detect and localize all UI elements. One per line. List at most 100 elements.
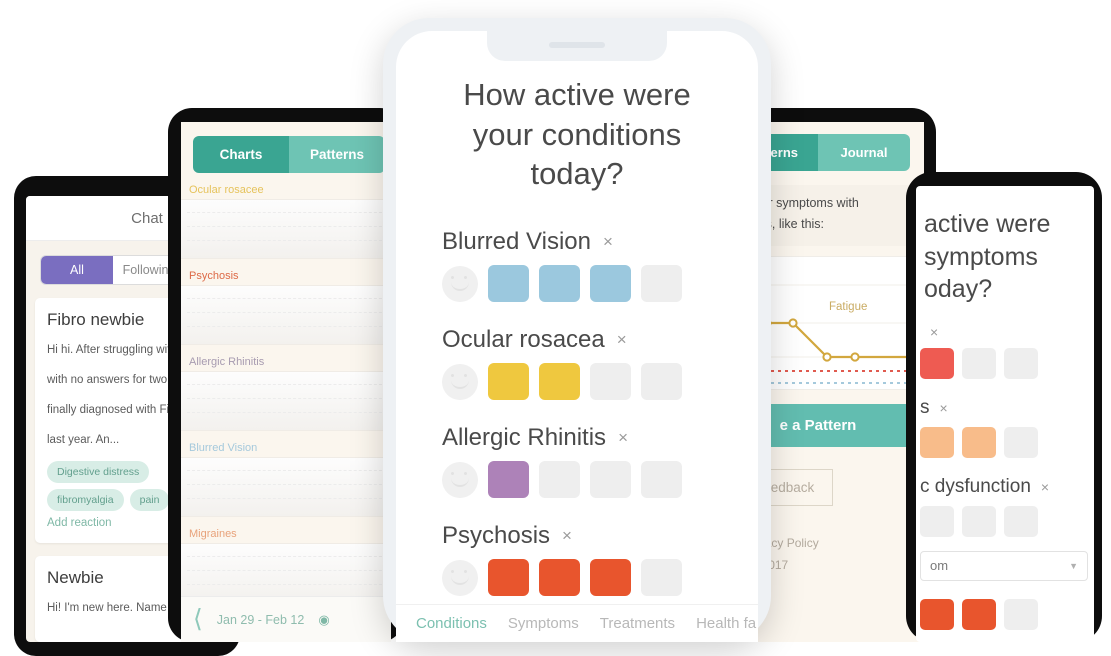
severity-swatch-filled[interactable]: [539, 559, 580, 597]
chart-plot[interactable]: [181, 285, 391, 345]
chart-label: Psychosis: [189, 270, 239, 282]
severity-swatches[interactable]: [920, 505, 1094, 537]
center-phone-screen: How active were your conditions today? B…: [396, 31, 758, 642]
tab-conditions[interactable]: Conditions: [416, 615, 487, 632]
severity-swatch-empty[interactable]: [1004, 347, 1038, 379]
smiley-icon[interactable]: [442, 363, 478, 400]
chat-filter-all[interactable]: All: [41, 256, 113, 284]
severity-swatch-filled[interactable]: [590, 559, 631, 597]
severity-swatch-empty[interactable]: [1004, 598, 1038, 630]
center-phone-frame: How active were your conditions today? B…: [383, 18, 771, 642]
condition-name: Blurred Vision ×: [442, 228, 613, 256]
chart-group[interactable]: Blurred Vision: [181, 439, 391, 517]
severity-swatch-empty[interactable]: [1004, 505, 1038, 537]
eye-icon[interactable]: ◉: [318, 612, 329, 628]
chevron-left-icon[interactable]: ⟨: [193, 607, 203, 632]
severity-swatch-empty[interactable]: [590, 363, 631, 401]
severity-swatches[interactable]: [442, 363, 758, 401]
chart-plot[interactable]: [181, 457, 391, 517]
center-phone-question: How active were your conditions today?: [463, 77, 691, 192]
chart-label: Ocular rosacee: [189, 184, 264, 196]
charts-tablet-screen: Charts Patterns Ocular rosacee Psychosis…: [181, 122, 391, 642]
severity-swatches[interactable]: [920, 347, 1094, 379]
tab-symptoms[interactable]: Symptoms: [508, 615, 579, 632]
chart-label: Migraines: [189, 528, 237, 540]
tab-journal[interactable]: Journal: [818, 134, 910, 171]
question-line: symptoms: [924, 242, 1038, 271]
select-value: om: [930, 558, 949, 573]
chart-plot[interactable]: [181, 371, 391, 431]
chart-group[interactable]: Ocular rosacee: [181, 181, 391, 259]
chevron-down-icon[interactable]: ▼: [1069, 561, 1078, 571]
severity-swatches[interactable]: [442, 559, 758, 597]
tag-chip[interactable]: fibromyalgia: [47, 488, 124, 511]
severity-swatch-empty[interactable]: [641, 461, 682, 499]
charts-scroll-area[interactable]: Ocular rosacee Psychosis Allergic Rhinit…: [181, 181, 391, 642]
condition-row[interactable]: Blurred Vision ×: [442, 228, 758, 303]
smiley-icon[interactable]: [442, 559, 478, 596]
condition-name: Allergic Rhinitis ×: [442, 424, 628, 452]
severity-swatch-empty[interactable]: [1004, 426, 1038, 458]
symptom-name: c dysfunction ×: [920, 475, 1050, 497]
severity-swatch-filled[interactable]: [488, 265, 529, 303]
speaker-grill-icon: [549, 42, 605, 48]
chart-group[interactable]: Migraines: [181, 525, 391, 603]
condition-row[interactable]: Allergic Rhinitis ×: [442, 424, 758, 499]
severity-swatch-filled[interactable]: [920, 598, 954, 630]
chart-plot[interactable]: [181, 199, 391, 259]
severity-swatch-empty[interactable]: [962, 347, 996, 379]
symptom-row[interactable]: s ×: [920, 397, 1094, 458]
smiley-icon[interactable]: [442, 461, 478, 498]
tag-chip[interactable]: Digestive distress: [47, 460, 150, 483]
close-icon[interactable]: ×: [617, 330, 627, 350]
severity-swatch-filled[interactable]: [962, 426, 996, 458]
condition-name: Psychosis ×: [442, 522, 572, 550]
chart-plot[interactable]: [181, 543, 391, 603]
conditions-list: Blurred Vision × Ocular rosacea × Allerg…: [396, 228, 758, 597]
severity-swatch-empty[interactable]: [641, 265, 682, 303]
close-icon[interactable]: ×: [930, 324, 938, 340]
date-range-label[interactable]: Jan 29 - Feb 12: [217, 613, 305, 627]
symptom-row[interactable]: [920, 598, 1094, 630]
close-icon[interactable]: ×: [562, 526, 572, 546]
severity-swatch-filled[interactable]: [488, 461, 529, 499]
smiley-icon[interactable]: [442, 265, 478, 302]
tab-charts[interactable]: Charts: [193, 136, 289, 173]
severity-swatch-empty[interactable]: [641, 559, 682, 597]
severity-swatch-filled[interactable]: [962, 598, 996, 630]
severity-swatches[interactable]: [442, 461, 758, 499]
severity-swatch-filled[interactable]: [920, 426, 954, 458]
close-icon[interactable]: ×: [603, 232, 613, 252]
close-icon[interactable]: ×: [1041, 479, 1049, 495]
charts-tabbar: Charts Patterns: [193, 136, 385, 173]
chart-group[interactable]: Psychosis: [181, 267, 391, 345]
symptom-row[interactable]: ×: [920, 324, 1094, 379]
tab-treatments[interactable]: Treatments: [600, 615, 675, 632]
severity-swatches[interactable]: [920, 598, 1094, 630]
symptom-row[interactable]: c dysfunction ×: [920, 476, 1094, 537]
condition-row[interactable]: Ocular rosacea ×: [442, 326, 758, 401]
severity-swatch-empty[interactable]: [962, 505, 996, 537]
severity-swatch-empty[interactable]: [920, 505, 954, 537]
severity-swatches[interactable]: [442, 265, 758, 303]
chart-group[interactable]: Allergic Rhinitis: [181, 353, 391, 431]
severity-swatch-empty[interactable]: [641, 363, 682, 401]
severity-swatch-empty[interactable]: [539, 461, 580, 499]
severity-swatch-filled[interactable]: [590, 265, 631, 303]
close-icon[interactable]: ×: [940, 400, 948, 416]
tab-patterns[interactable]: Patterns: [289, 136, 385, 173]
severity-swatch-filled[interactable]: [539, 363, 580, 401]
condition-row[interactable]: Psychosis ×: [442, 522, 758, 597]
severity-swatch-filled[interactable]: [539, 265, 580, 303]
phone-notch: [487, 31, 667, 61]
severity-swatch-filled[interactable]: [920, 347, 954, 379]
severity-swatch-filled[interactable]: [488, 559, 529, 597]
tag-chip[interactable]: pain: [129, 488, 170, 511]
severity-swatch-filled[interactable]: [488, 363, 529, 401]
chat-filter-segment[interactable]: All Following: [40, 255, 186, 285]
severity-swatches[interactable]: [920, 426, 1094, 458]
symptom-select[interactable]: om ▼: [920, 550, 1088, 581]
tab-health-factors[interactable]: Health fa: [696, 615, 756, 632]
close-icon[interactable]: ×: [618, 428, 628, 448]
severity-swatch-empty[interactable]: [590, 461, 631, 499]
